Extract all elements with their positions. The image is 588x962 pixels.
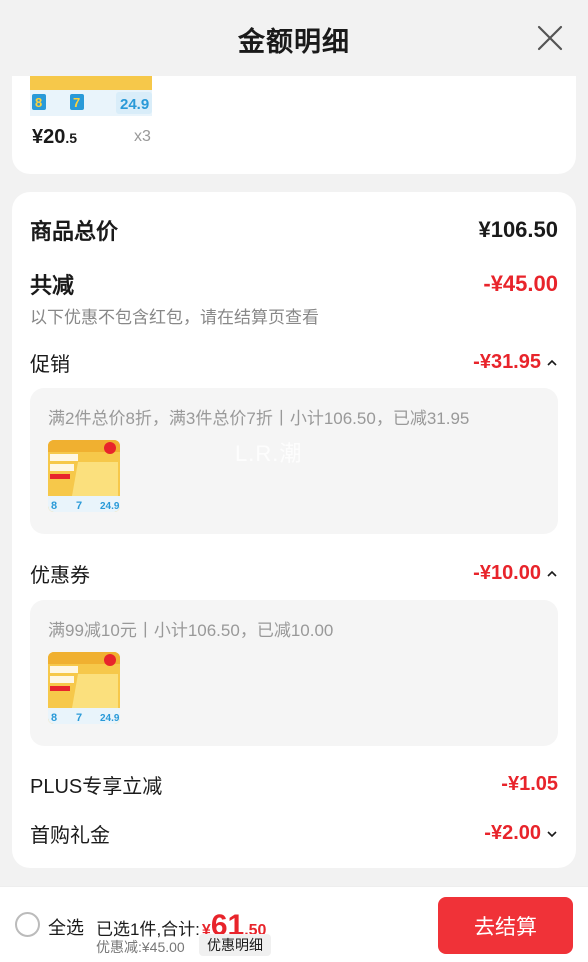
watermark-text: L.R.潮 — [235, 441, 303, 466]
plus-discount-label: PLUS专享立减 — [30, 776, 163, 798]
total-discount-row: 共减 -¥45.00 — [30, 268, 558, 300]
checkout-button[interactable]: 去结算 — [438, 897, 573, 954]
total-discount-label: 共减 — [30, 273, 75, 298]
svg-text:7: 7 — [76, 712, 82, 724]
coupon-description: 满99减10元丨小计106.50，已减10.00 — [48, 621, 334, 640]
close-icon[interactable] — [536, 24, 564, 52]
chevron-up-icon[interactable] — [546, 357, 558, 369]
discount-summary: 优惠减:¥45.00 — [96, 939, 185, 955]
item-quantity: x3 — [134, 128, 151, 145]
promotion-detail-box: 满2件总价8折，满3件总价7折丨小计106.50，已减31.95 8 7 24.… — [30, 388, 558, 534]
item-price: ¥20.5 — [32, 126, 78, 148]
coupon-row[interactable]: 优惠券 -¥10.00 — [30, 559, 558, 588]
total-discount-value: -¥45.00 — [483, 271, 558, 296]
first-gift-value: -¥2.00 — [484, 822, 558, 845]
svg-text:7: 7 — [73, 95, 80, 110]
discount-note: 以下优惠不包含红包，请在结算页查看 — [30, 308, 319, 327]
select-all-label[interactable]: 全选 — [48, 914, 84, 940]
product-image: 8 7 24.9 — [30, 76, 152, 116]
promotion-value: -¥31.95 — [473, 351, 558, 374]
coupon-label: 优惠券 — [30, 565, 90, 587]
page-title: 金额明细 — [238, 26, 350, 57]
first-gift-label: 首购礼金 — [30, 825, 110, 847]
svg-text:24.9: 24.9 — [100, 713, 120, 724]
chevron-up-icon[interactable] — [546, 568, 558, 580]
svg-text:8: 8 — [51, 712, 57, 724]
discount-detail-button[interactable]: 优惠明细 — [199, 934, 271, 956]
breakdown-card: 商品总价 ¥106.50 共减 -¥45.00 以下优惠不包含红包，请在结算页查… — [12, 192, 576, 868]
svg-text:24.9: 24.9 — [100, 501, 120, 512]
product-card: 8 7 24.9 ¥20.5 x3 — [12, 76, 576, 174]
promotion-label: 促销 — [30, 354, 70, 376]
product-thumbnail[interactable]: 8 7 24.9 — [48, 440, 120, 512]
bottom-bar: 全选 已选1件,合计: ¥ 61 .50 优惠减:¥45.00 优惠明细 去结算 — [0, 886, 588, 962]
sheet-header: 金额明细 — [0, 0, 588, 78]
chevron-down-icon[interactable] — [546, 828, 558, 840]
product-thumbnail[interactable]: 8 7 24.9 — [48, 652, 120, 724]
plus-discount-row: PLUS专享立减 -¥1.05 — [30, 770, 558, 799]
coupon-value: -¥10.00 — [473, 562, 558, 585]
coupon-detail-box: 满99减10元丨小计106.50，已减10.00 8 7 24.9 — [30, 600, 558, 746]
svg-text:8: 8 — [35, 95, 42, 110]
svg-text:7: 7 — [76, 500, 82, 512]
goods-total-value: ¥106.50 — [478, 217, 558, 242]
first-gift-row[interactable]: 首购礼金 -¥2.00 — [30, 819, 558, 848]
goods-total-label: 商品总价 — [30, 219, 119, 244]
goods-total-row: 商品总价 ¥106.50 — [30, 214, 558, 246]
svg-text:8: 8 — [51, 500, 57, 512]
plus-discount-value: -¥1.05 — [501, 773, 558, 795]
radio-unchecked-icon[interactable] — [15, 912, 40, 937]
promotion-row[interactable]: 促销 -¥31.95 — [30, 348, 558, 377]
promotion-description: 满2件总价8折，满3件总价7折丨小计106.50，已减31.95 — [48, 409, 470, 428]
svg-text:24.9: 24.9 — [120, 96, 149, 113]
